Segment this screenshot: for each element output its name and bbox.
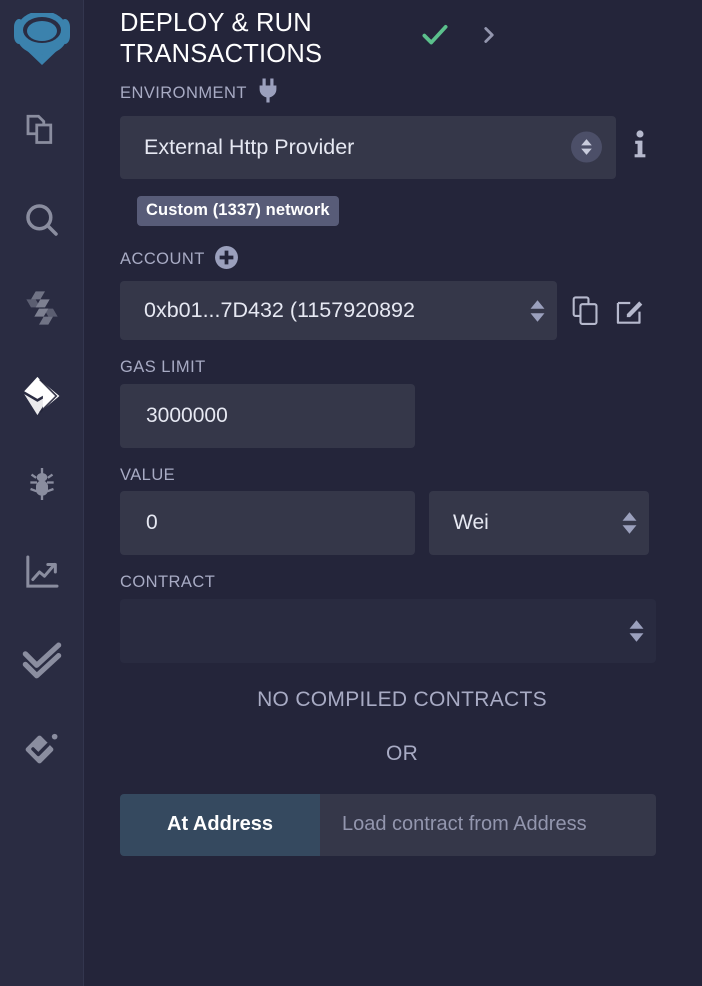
sidebar-item-solidity-compiler[interactable] (0, 264, 84, 352)
account-label-text: ACCOUNT (120, 251, 205, 268)
value-row: 0 Wei (120, 491, 684, 555)
contract-select[interactable] (120, 599, 656, 663)
contract-spinner-icon[interactable] (629, 620, 644, 642)
sidebar-item-file-explorer[interactable] (0, 88, 84, 176)
account-select[interactable]: 0xb01...7D432 (1157920892 (120, 281, 557, 340)
gas-limit-section: GAS LIMIT 3000000 (120, 359, 684, 448)
plus-circle-icon[interactable] (214, 245, 239, 274)
environment-label: ENVIRONMENT (120, 78, 684, 108)
plug-icon (256, 78, 280, 108)
remix-logo[interactable] (0, 0, 84, 88)
bug-icon (22, 464, 62, 504)
updown-caret-circle-icon[interactable] (571, 132, 602, 163)
network-badge: Custom (1337) network (137, 196, 339, 226)
sidebar-item-solidity-analyzers[interactable] (0, 528, 84, 616)
account-section: ACCOUNT 0xb01...7D432 (1157920892 (120, 245, 684, 341)
environment-row: External Http Provider (120, 116, 684, 179)
value-unit-spinner-icon[interactable] (622, 512, 637, 534)
gas-limit-label: GAS LIMIT (120, 359, 684, 376)
value-unit-select[interactable]: Wei (429, 491, 649, 555)
sidebar-item-unit-testing[interactable] (0, 616, 84, 704)
value-input[interactable]: 0 (120, 491, 415, 555)
sidebar-item-plugin-manager[interactable] (0, 704, 84, 792)
panel-body: ENVIRONMENT External Http Provider (84, 78, 702, 856)
sidebar-item-search[interactable] (0, 176, 84, 264)
environment-section: ENVIRONMENT External Http Provider (120, 78, 684, 226)
icon-sidebar (0, 0, 84, 986)
account-selected-value: 0xb01...7D432 (1157920892 (120, 298, 557, 323)
chevron-right-icon[interactable] (478, 22, 500, 53)
environment-selected-value: External Http Provider (120, 135, 616, 160)
files-icon (21, 111, 63, 153)
value-unit: Wei (429, 511, 649, 535)
deploy-run-panel: DEPLOY & RUN TRANSACTIONS ENVIRONME (84, 0, 702, 986)
remix-ide-window: DEPLOY & RUN TRANSACTIONS ENVIRONME (0, 0, 702, 986)
double-check-icon (21, 639, 63, 681)
or-separator-text: OR (120, 742, 684, 766)
contract-section: CONTRACT NO COMPILED CONTRACTS OR At Add… (120, 574, 684, 856)
environment-label-text: ENVIRONMENT (120, 85, 247, 102)
value-label: VALUE (120, 467, 684, 484)
info-icon[interactable] (630, 128, 650, 167)
panel-header: DEPLOY & RUN TRANSACTIONS (84, 0, 702, 78)
page-title: DEPLOY & RUN TRANSACTIONS (120, 6, 420, 70)
contract-label-text: CONTRACT (120, 574, 215, 591)
sidebar-item-debugger[interactable] (0, 440, 84, 528)
environment-select[interactable]: External Http Provider (120, 116, 616, 179)
no-compiled-contracts-text: NO COMPILED CONTRACTS (120, 688, 684, 712)
account-row: 0xb01...7D432 (1157920892 (120, 281, 684, 340)
search-icon (21, 199, 63, 241)
value-section: VALUE 0 Wei (120, 467, 684, 556)
gas-limit-label-text: GAS LIMIT (120, 359, 206, 376)
header-icon-group (420, 6, 514, 55)
at-address-row: At Address (120, 794, 656, 856)
value-amount: 0 (120, 511, 415, 535)
at-address-input[interactable] (320, 794, 656, 856)
plugin-active-check-icon[interactable] (420, 20, 450, 55)
account-spinner-icon[interactable] (530, 300, 545, 322)
sidebar-item-deploy-run-transactions[interactable] (0, 352, 84, 440)
chart-line-icon (22, 552, 62, 592)
plugin-check-icon (22, 728, 62, 768)
value-label-text: VALUE (120, 467, 175, 484)
ethereum-deploy-icon (20, 374, 64, 418)
contract-label: CONTRACT (120, 574, 684, 591)
account-label: ACCOUNT (120, 245, 684, 274)
gas-limit-value: 3000000 (120, 404, 415, 428)
remix-logo-icon (11, 13, 73, 75)
sign-message-button[interactable] (615, 295, 645, 327)
gas-limit-input[interactable]: 3000000 (120, 384, 415, 448)
solidity-icon (22, 288, 62, 328)
copy-account-button[interactable] (571, 295, 601, 327)
at-address-button[interactable]: At Address (120, 794, 320, 856)
